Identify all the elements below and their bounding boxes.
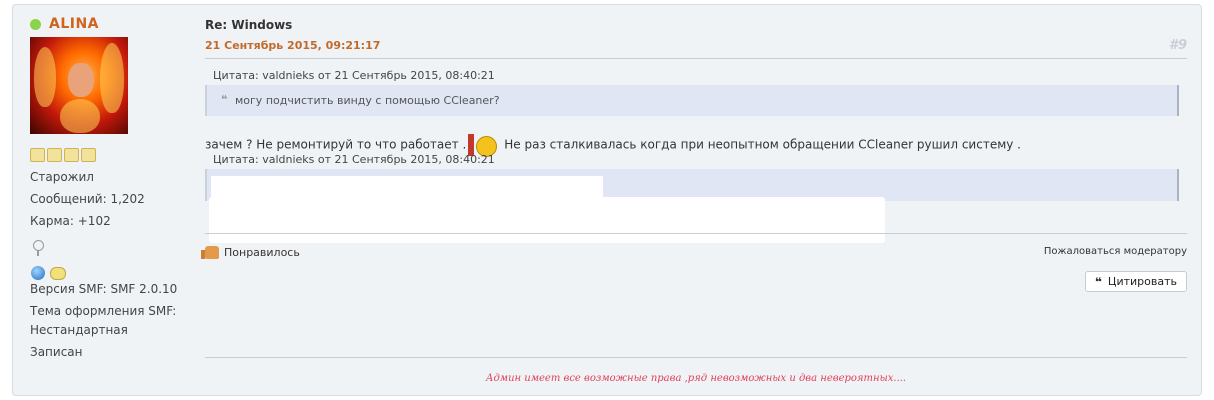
post-number[interactable]: #9 xyxy=(1169,38,1187,53)
post-date: 21 Сентябрь 2015, 09:21:17 xyxy=(205,39,381,52)
star-icon xyxy=(47,148,62,162)
signature: Админ имеет все возможные права ,ряд нев… xyxy=(485,373,907,384)
website-globe-icon[interactable] xyxy=(31,266,45,280)
redacted-area xyxy=(209,197,885,243)
quote-text: могу подчистить винду с помощью CCleaner… xyxy=(235,94,500,107)
thumb-up-icon xyxy=(201,246,219,259)
star-icon xyxy=(30,148,45,162)
quote-header[interactable]: Цитата: valdnieks от 21 Сентябрь 2015, 0… xyxy=(213,153,495,166)
online-status-icon xyxy=(30,19,41,30)
quote-header[interactable]: Цитата: valdnieks от 21 Сентябрь 2015, 0… xyxy=(213,69,495,82)
quote-button[interactable]: ❝ Цитировать xyxy=(1084,271,1187,292)
poster-post-count: Сообщений: 1,202 xyxy=(30,192,145,206)
post-title[interactable]: Re: Windows xyxy=(205,18,292,32)
star-icon xyxy=(81,148,96,162)
post-content: Re: Windows 21 Сентябрь 2015, 09:21:17 #… xyxy=(201,5,1187,397)
star-icon xyxy=(64,148,79,162)
like-button[interactable]: Понравилось xyxy=(201,246,300,259)
post-body-text: зачем ? Не ремонтируй то что работает . xyxy=(205,137,467,152)
poster-theme-value: Нестандартная xyxy=(30,323,128,337)
quote-mark-icon: ❝ xyxy=(221,93,228,106)
quote-block: ❝ могу подчистить винду с помощью CClean… xyxy=(205,85,1179,116)
quote-button-label: Цитировать xyxy=(1107,275,1177,288)
report-to-moderator-link[interactable]: Пожаловаться модератору xyxy=(1044,246,1187,257)
poster-smf-version: Версия SMF: SMF 2.0.10 xyxy=(30,282,178,296)
divider xyxy=(205,58,1187,59)
poster-rank: Старожил xyxy=(30,170,94,184)
rank-stars xyxy=(30,148,96,162)
poster-karma: Карма: +102 xyxy=(30,214,111,228)
quote-icon: ❝ xyxy=(1094,274,1102,289)
forum-post: ALINA Старожил Сообщений: 1,202 Карма: +… xyxy=(12,4,1202,396)
gender-icon xyxy=(33,240,44,256)
post-body-text: Не раз сталкивалась когда при неопытном … xyxy=(504,137,1021,152)
signature-divider xyxy=(205,357,1187,358)
like-label: Понравилось xyxy=(224,246,300,259)
poster-name[interactable]: ALINA xyxy=(49,16,99,32)
private-message-icon[interactable] xyxy=(50,267,66,280)
poster-theme-label: Тема оформления SMF: xyxy=(30,304,177,318)
divider xyxy=(205,233,1187,234)
avatar[interactable] xyxy=(30,37,128,134)
poster-status: Записан xyxy=(30,345,83,359)
